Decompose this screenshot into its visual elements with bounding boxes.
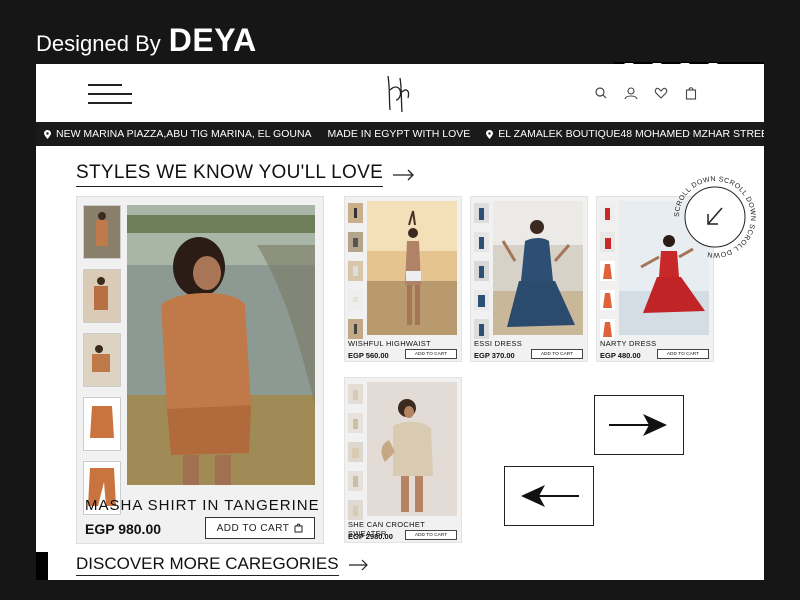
next-arrow-button[interactable] — [594, 395, 684, 455]
product-price: EGP 2980.00 — [348, 532, 393, 541]
bag-icon[interactable] — [684, 86, 698, 100]
add-to-cart-label: ADD TO CART — [666, 351, 700, 357]
announcement-bar: NEW MARINA PIAZZA,ABU TIG MARINA, EL GOU… — [36, 122, 764, 146]
ticker-text: EL ZAMALEK BOUTIQUE48 MOHAMED MZHAR STRE… — [498, 128, 764, 140]
search-icon[interactable] — [594, 86, 608, 100]
add-to-cart-button[interactable]: ADD TO CART — [205, 517, 315, 539]
ticker-text: NEW MARINA PIAZZA,ABU TIG MARINA, EL GOU… — [56, 128, 312, 140]
product-thumbnail[interactable] — [348, 500, 363, 520]
featured-thumbnails — [83, 205, 121, 525]
ticker-item-made: MADE IN EGYPT WITH LOVE — [320, 128, 479, 140]
arrow-right-icon — [393, 169, 414, 180]
product-price: EGP 560.00 — [348, 351, 389, 360]
discover-categories-link[interactable]: DISCOVER MORE CAREGORIES — [76, 554, 369, 576]
featured-product-image[interactable] — [127, 205, 315, 485]
add-to-cart-label: ADD TO CART — [414, 532, 448, 538]
product-name[interactable]: ESSI DRESS — [474, 339, 522, 348]
website-frame: NEW MARINA PIAZZA,ABU TIG MARINA, EL GOU… — [36, 64, 764, 580]
product-thumbnail[interactable] — [600, 290, 615, 310]
side-tab — [36, 552, 48, 580]
product-thumbnail[interactable] — [348, 442, 363, 462]
location-pin-icon — [44, 129, 51, 139]
add-to-cart-button[interactable]: ADD TO CART — [657, 349, 709, 359]
add-to-cart-label: ADD TO CART — [414, 351, 448, 357]
product-thumbnail[interactable] — [348, 471, 363, 491]
designer-prefix: Designed By — [36, 31, 161, 56]
location-pin-icon — [486, 129, 494, 139]
add-to-cart-label: ADD TO CART — [216, 522, 290, 534]
product-card[interactable]: WISHFUL HIGHWAIST EGP 560.00 ADD TO CART — [344, 196, 462, 362]
product-thumbnail[interactable] — [474, 290, 489, 310]
product-thumbnail[interactable] — [83, 397, 121, 451]
product-card[interactable]: ESSI DRESS EGP 370.00 ADD TO CART — [470, 196, 588, 362]
product-thumbnail[interactable] — [348, 261, 363, 281]
ticker-item-gouna: NEW MARINA PIAZZA,ABU TIG MARINA, EL GOU… — [36, 128, 320, 140]
product-thumbnail[interactable] — [83, 205, 121, 259]
add-to-cart-label: ADD TO CART — [540, 351, 574, 357]
product-thumbnail[interactable] — [474, 232, 489, 252]
product-thumbnail[interactable] — [348, 290, 363, 310]
add-to-cart-button[interactable]: ADD TO CART — [405, 349, 457, 359]
product-image[interactable] — [367, 201, 457, 335]
header-icons — [594, 86, 698, 100]
product-price: EGP 370.00 — [474, 351, 515, 360]
product-price: EGP 480.00 — [600, 351, 641, 360]
brand-logo[interactable] — [380, 70, 416, 116]
heart-icon[interactable] — [654, 86, 668, 100]
product-thumbnail[interactable] — [348, 413, 363, 433]
product-thumbnail[interactable] — [600, 232, 615, 252]
designer-credit: Designed By DEYA — [36, 22, 257, 59]
arrow-right-icon — [348, 559, 368, 571]
featured-product-card[interactable]: MASHA SHIRT IN TANGERINE EGP 980.00 ADD … — [76, 196, 324, 544]
product-thumbnail[interactable] — [83, 269, 121, 323]
designer-name: DEYA — [168, 22, 257, 58]
product-thumbnail[interactable] — [348, 319, 363, 339]
site-header — [36, 64, 764, 122]
product-thumbnail[interactable] — [600, 261, 615, 281]
product-thumbnail[interactable] — [474, 319, 489, 339]
product-image[interactable] — [367, 382, 457, 516]
featured-product-name[interactable]: MASHA SHIRT IN TANGERINE — [85, 497, 320, 514]
discover-title-text: DISCOVER MORE CAREGORIES — [76, 554, 339, 576]
styles-section-title[interactable]: STYLES WE KNOW YOU'LL LOVE — [76, 162, 415, 187]
user-icon[interactable] — [624, 86, 638, 100]
section-title-text: STYLES WE KNOW YOU'LL LOVE — [76, 162, 384, 187]
product-thumbnails — [600, 203, 616, 348]
product-image[interactable] — [493, 201, 583, 335]
product-name[interactable]: NARTY DRESS — [600, 339, 656, 348]
product-thumbnail[interactable] — [83, 333, 121, 387]
bag-icon — [294, 523, 303, 533]
ticker-text: MADE IN EGYPT WITH LOVE — [327, 128, 471, 140]
add-to-cart-button[interactable]: ADD TO CART — [405, 530, 457, 540]
product-thumbnail[interactable] — [348, 384, 363, 404]
product-thumbnail[interactable] — [348, 232, 363, 252]
add-to-cart-button[interactable]: ADD TO CART — [531, 349, 583, 359]
product-thumbnail[interactable] — [474, 203, 489, 223]
product-thumbnail[interactable] — [474, 261, 489, 281]
product-thumbnails — [348, 384, 364, 529]
scroll-down-badge[interactable]: SCROLL DOWN SCROLL DOWN SCROLL DOWN — [670, 172, 760, 262]
product-thumbnail[interactable] — [600, 319, 615, 339]
arrow-left-icon — [521, 485, 579, 507]
prev-arrow-button[interactable] — [504, 466, 594, 526]
menu-icon[interactable] — [88, 84, 134, 106]
featured-product-price: EGP 980.00 — [85, 521, 162, 537]
product-thumbnail[interactable] — [600, 203, 615, 223]
product-card[interactable]: SHE CAN CROCHET SWEATER EGP 2980.00 ADD … — [344, 377, 462, 543]
product-thumbnails — [474, 203, 490, 348]
product-thumbnail[interactable] — [348, 203, 363, 223]
ticker-item-zamalek: EL ZAMALEK BOUTIQUE48 MOHAMED MZHAR STRE… — [478, 128, 764, 140]
arrow-right-icon — [609, 414, 667, 436]
product-thumbnails — [348, 203, 364, 348]
product-name[interactable]: WISHFUL HIGHWAIST — [348, 339, 431, 348]
